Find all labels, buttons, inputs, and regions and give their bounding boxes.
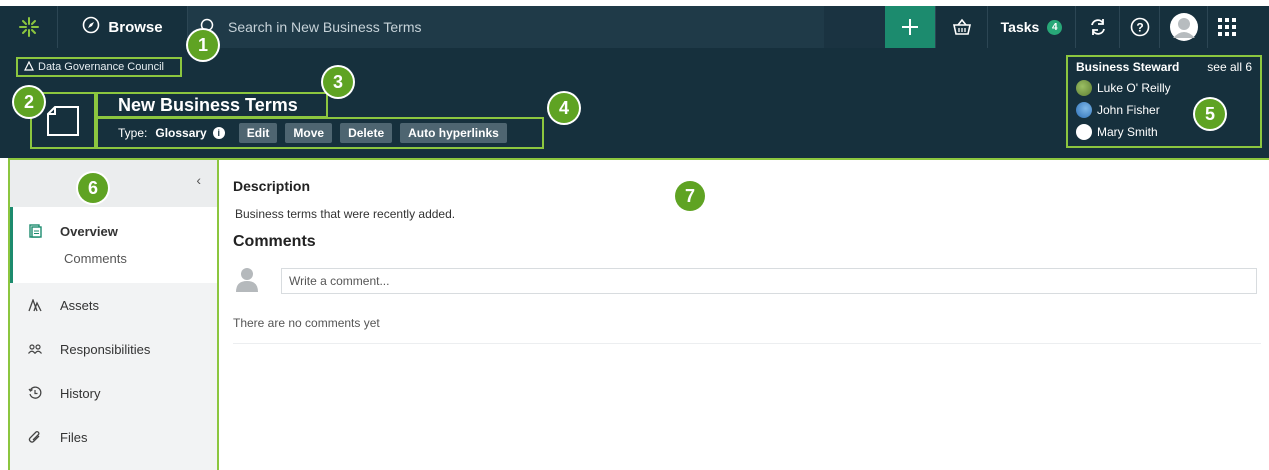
sidebar-item-comments[interactable]: Comments — [13, 243, 217, 273]
overview-icon — [28, 224, 42, 238]
callout-badge: 2 — [14, 87, 44, 117]
browse-label: Browse — [108, 18, 163, 36]
toolbar-spacer — [824, 6, 885, 48]
sidebar-item-responsibilities[interactable]: Responsibilities — [10, 327, 217, 371]
move-button[interactable]: Move — [285, 123, 333, 143]
asset-actions-bar: Type: Glossary i Edit Move Delete Auto h… — [96, 117, 544, 149]
sync-icon — [1090, 19, 1105, 35]
user-avatar-icon — [1169, 13, 1198, 41]
basket-icon — [952, 18, 971, 35]
svg-text:?: ? — [1136, 21, 1143, 35]
create-button[interactable] — [885, 6, 935, 48]
type-value[interactable]: Glossary — [155, 126, 206, 140]
steward-name: John Fisher — [1097, 103, 1160, 117]
comment-input[interactable]: Write a comment... — [281, 267, 1257, 294]
sidebar-item-label: History — [60, 385, 101, 401]
tasks-button[interactable]: Tasks 4 — [987, 6, 1075, 48]
comment-composer: Write a comment... — [233, 265, 1269, 296]
user-avatar-icon — [233, 265, 261, 296]
steward-person[interactable]: Mary Smith — [1076, 121, 1252, 143]
search-placeholder: Search in New Business Terms — [228, 19, 422, 35]
plus-icon — [902, 19, 918, 35]
main-content: Description Business terms that were rec… — [219, 158, 1269, 470]
avatar — [1076, 124, 1092, 140]
callout-badge: 5 — [1195, 99, 1225, 129]
tasks-count-badge: 4 — [1047, 19, 1063, 35]
grid-icon — [1218, 18, 1236, 36]
delete-button[interactable]: Delete — [340, 123, 393, 143]
sidebar-item-assets[interactable]: Assets — [10, 283, 217, 327]
sidebar-header: ‹ — [10, 160, 217, 207]
type-label: Type: — [118, 126, 148, 140]
community-label: Data Governance Council — [38, 61, 164, 73]
avatar — [1076, 80, 1092, 96]
sidebar: ‹ Overview Comments Assets Responsibilit… — [8, 158, 219, 470]
help-button[interactable]: ? — [1119, 6, 1159, 48]
auto-hyperlinks-button[interactable]: Auto hyperlinks — [400, 123, 507, 143]
sidebar-item-label: Files — [60, 429, 88, 445]
sidebar-item-label: Assets — [60, 297, 100, 313]
callout-badge: 6 — [78, 173, 108, 203]
no-comments-message: There are no comments yet — [233, 316, 1261, 344]
sidebar-item-history[interactable]: History — [10, 371, 217, 415]
sidebar-item-files[interactable]: Files — [10, 415, 217, 459]
steward-heading: Business Steward — [1076, 60, 1180, 74]
app-logo-icon[interactable] — [0, 6, 58, 48]
avatar — [1076, 102, 1092, 118]
history-icon — [28, 386, 42, 400]
browse-button[interactable]: Browse — [58, 6, 188, 48]
collapse-chevron-icon[interactable]: ‹ — [196, 172, 201, 188]
callout-badge: 3 — [323, 67, 353, 97]
app-switcher-button[interactable] — [1207, 6, 1246, 48]
asset-header: Data Governance Council New Business Ter… — [0, 48, 1269, 158]
business-steward-panel: Business Steward see all 6 Luke O' Reill… — [1066, 55, 1262, 148]
description-text[interactable]: Business terms that were recently added. — [235, 207, 1269, 221]
info-icon[interactable]: i — [212, 127, 225, 139]
community-icon — [24, 60, 34, 74]
sidebar-item-label: Overview — [60, 223, 118, 239]
paperclip-icon — [28, 430, 42, 445]
callout-badge: 4 — [549, 93, 579, 123]
steward-person[interactable]: John Fisher — [1076, 99, 1252, 121]
basket-button[interactable] — [935, 6, 987, 48]
tasks-label: Tasks — [1000, 19, 1040, 35]
search-input[interactable]: Search in New Business Terms — [188, 6, 824, 48]
sidebar-overview-group: Overview Comments — [10, 207, 217, 283]
assets-icon — [28, 298, 42, 312]
page-title: New Business Terms — [96, 92, 328, 118]
community-breadcrumb[interactable]: Data Governance Council — [16, 57, 182, 77]
sync-button[interactable] — [1075, 6, 1119, 48]
help-icon: ? — [1130, 17, 1149, 37]
edit-button[interactable]: Edit — [238, 123, 278, 143]
see-all-link[interactable]: see all 6 — [1207, 60, 1252, 74]
callout-badge: 1 — [188, 30, 218, 60]
steward-person[interactable]: Luke O' Reilly — [1076, 77, 1252, 99]
description-heading: Description — [233, 178, 311, 194]
compass-icon — [82, 16, 100, 38]
sidebar-item-label: Responsibilities — [60, 341, 151, 357]
steward-name: Luke O' Reilly — [1097, 81, 1171, 95]
glossary-icon — [47, 105, 79, 136]
comments-heading: Comments — [233, 233, 316, 250]
callout-badge: 7 — [675, 181, 705, 211]
responsibilities-icon — [28, 344, 42, 354]
user-avatar[interactable] — [1159, 6, 1207, 48]
steward-name: Mary Smith — [1097, 125, 1158, 139]
sidebar-item-overview[interactable]: Overview — [13, 219, 217, 243]
